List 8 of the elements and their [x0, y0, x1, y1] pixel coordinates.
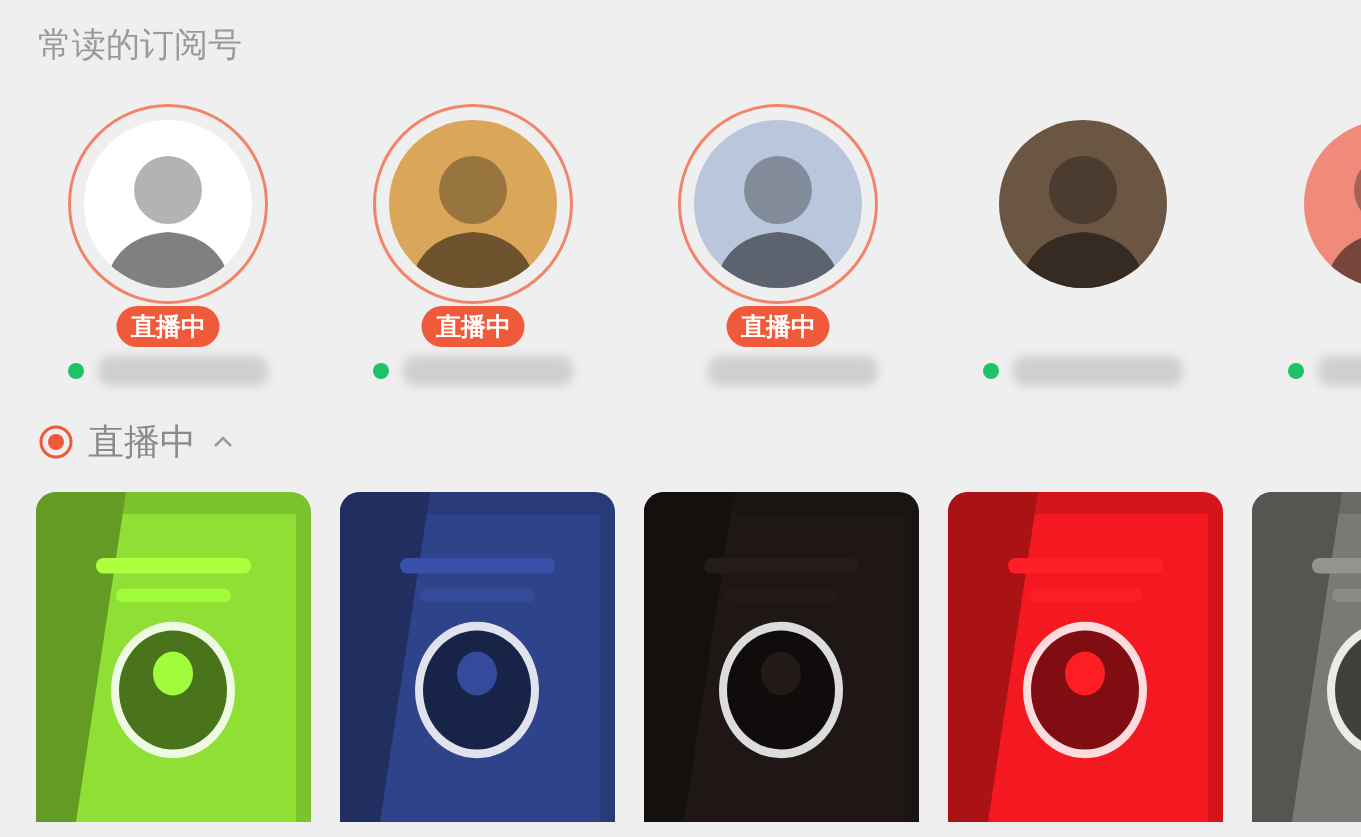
live-badge: 直播中 — [116, 306, 220, 347]
section-title: 常读的订阅号 — [37, 23, 243, 66]
live-icon — [38, 424, 74, 460]
avatar[interactable] — [389, 120, 557, 288]
live-badge: 直播中 — [726, 306, 830, 347]
avatar[interactable] — [694, 120, 862, 288]
live-badge: 直播中 — [421, 306, 525, 347]
section-title: 直播中 — [88, 419, 196, 464]
